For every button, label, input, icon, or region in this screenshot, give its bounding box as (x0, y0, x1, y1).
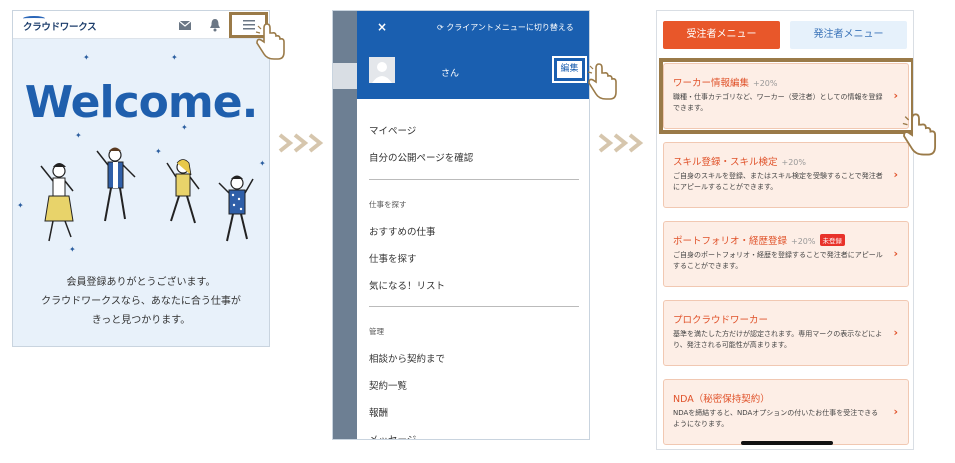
avatar (369, 57, 395, 83)
menu-item-public-page[interactable]: 自分の公開ページを確認 (369, 150, 473, 164)
card-skills[interactable]: スキル登録・スキル検定 +20% ご自身のスキルを登録、またはスキル検定を受験する… (663, 142, 909, 208)
app-header: クラウドワークス (13, 11, 269, 39)
card-description: NDAを締結すると、NDAオプションの付いたお仕事を受注できるようになります。 (673, 409, 879, 428)
logo: クラウドワークス (23, 22, 97, 33)
tap-hand-icon (902, 113, 937, 156)
card-pro-crowdworker[interactable]: プロクラウドワーカー 基準を満たした方だけが認定されます。専用マークの表示などに… (663, 300, 909, 366)
user-silhouette-icon (372, 62, 392, 83)
tap-hand-icon (255, 23, 285, 60)
card-title: スキル登録・スキル検定 +20% (673, 157, 806, 168)
card-percent: +20% (781, 158, 806, 167)
card-title: ポートフォリオ・経歴登録 +20% 未登録 (673, 233, 845, 247)
welcome-heading: Welcome. (24, 77, 259, 128)
chevron-right-icon (598, 133, 644, 153)
user-name: さん (441, 69, 460, 79)
profile-menu-screen: 受注者メニュー 発注者メニュー ワーカー情報編集 +20% 職種・仕事カテゴリなど… (656, 10, 914, 450)
sparkle-icon: ✦ (83, 53, 90, 62)
unregistered-badge: 未登録 (819, 234, 845, 246)
refresh-icon: ⟳ (437, 23, 447, 32)
menu-item-messages[interactable]: メッセージ (369, 432, 416, 439)
menu-item-contracts[interactable]: 契約一覧 (369, 378, 407, 392)
menu-item-favorites[interactable]: 気になる！リスト (369, 278, 445, 292)
menu-item-mypage[interactable]: マイページ (369, 123, 416, 137)
card-portfolio[interactable]: ポートフォリオ・経歴登録 +20% 未登録 ご自身のポートフォリオ・経歴を登録するこ… (663, 221, 909, 287)
home-indicator (741, 441, 833, 445)
chevron-right-icon: › (893, 168, 898, 181)
tab-worker-menu[interactable]: 受注者メニュー (663, 21, 780, 49)
card-description: ご自身のスキルを登録、またはスキル検定を受験することで発注者にアピールすることが… (673, 172, 883, 191)
tap-hand-icon (587, 63, 617, 100)
highlight-frame (659, 58, 913, 134)
card-description: 基準を満たした方だけが認定されます。専用マークの表示などにより、発注される可能性… (673, 330, 883, 349)
welcome-screen: クラウドワークス ✦ ✦ ✦ ✦ ✦ ✦ ✦ ✦ Welcome. 会員登録あり… (12, 10, 270, 347)
jumping-people-illustration (40, 147, 254, 242)
sparkle-icon: ✦ (171, 53, 178, 62)
section-label-manage: 管理 (369, 327, 384, 336)
menu-item-consult-to-contract[interactable]: 相談から契約まで (369, 351, 445, 365)
background-page-header (333, 63, 357, 89)
chevron-right-icon: › (893, 247, 898, 260)
switch-to-client-link[interactable]: ⟳ クライアントメニューに切り替える (437, 22, 574, 33)
sparkle-icon: ✦ (17, 201, 24, 210)
welcome-message-line: きっと見つかります。 (91, 315, 191, 326)
bell-icon[interactable] (207, 17, 223, 33)
welcome-message-line: 会員登録ありがとうございます。 (66, 277, 216, 288)
menu-item-search-jobs[interactable]: 仕事を探す (369, 251, 417, 265)
card-nda[interactable]: NDA（秘密保持契約） NDAを締結すると、NDAオプションの付いたお仕事を受注… (663, 379, 909, 445)
card-description: ご自身のポートフォリオ・経歴を登録することで発注者にアピールすることができます。 (673, 251, 883, 270)
switch-label: クライアントメニューに切り替える (446, 23, 574, 32)
divider (369, 179, 579, 180)
card-title: NDA（秘密保持契約） (673, 394, 770, 405)
card-percent: +20% (791, 237, 816, 246)
close-icon[interactable]: × (377, 20, 387, 34)
menu-item-recommended-jobs[interactable]: おすすめの仕事 (369, 224, 436, 238)
section-label-jobs: 仕事を探す (369, 200, 407, 209)
mail-icon[interactable] (177, 17, 193, 33)
divider (369, 306, 579, 307)
welcome-message: 会員登録ありがとうございます。 クラウドワークスなら、あなたに合う仕事が きっと… (13, 273, 269, 330)
chevron-right-icon: › (893, 405, 898, 418)
chevron-right-icon (278, 133, 324, 153)
chevron-right-icon: › (893, 326, 898, 339)
welcome-message-line: クラウドワークスなら、あなたに合う仕事が (41, 296, 241, 307)
menu-item-rewards[interactable]: 報酬 (369, 405, 388, 419)
drawer-menu: マイページ 自分の公開ページを確認 仕事を探す おすすめの仕事 仕事を探す 気に… (357, 99, 589, 439)
edit-profile-button[interactable]: 編集 (552, 56, 587, 83)
card-title: プロクラウドワーカー (673, 315, 769, 326)
side-menu-screen: × ⟳ クライアントメニューに切り替える さん 編集 マイページ 自分の公開ペー… (332, 10, 590, 440)
tab-client-menu[interactable]: 発注者メニュー (790, 21, 907, 49)
sparkle-icon: ✦ (75, 131, 82, 140)
